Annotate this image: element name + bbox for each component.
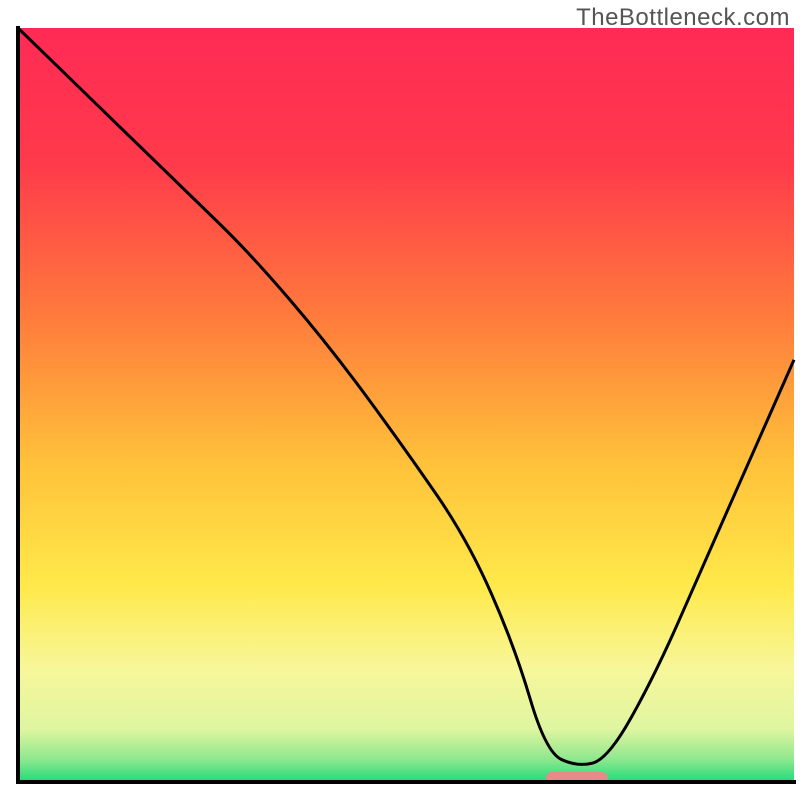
bottleneck-chart: TheBottleneck.com	[0, 0, 800, 800]
watermark-label: TheBottleneck.com	[576, 4, 790, 32]
chart-svg	[0, 0, 800, 800]
